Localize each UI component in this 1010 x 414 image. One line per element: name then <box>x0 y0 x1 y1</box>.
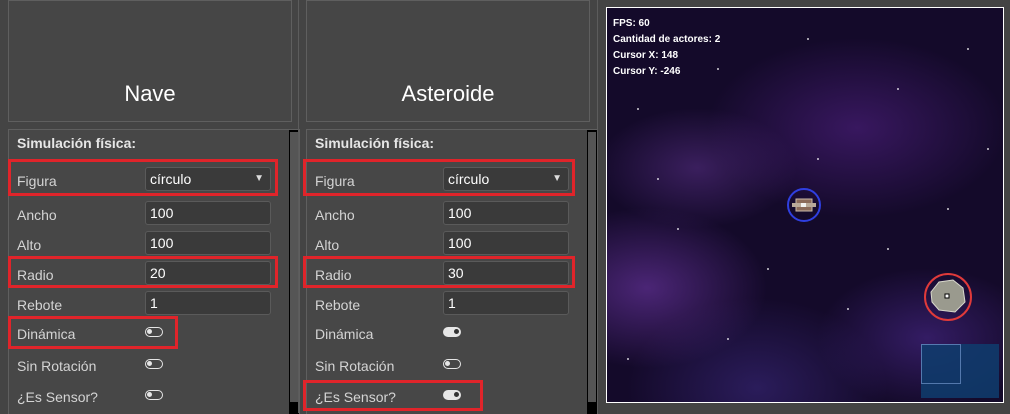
figura-value: círculo <box>150 171 192 187</box>
dinamica-label: Dinámica <box>17 326 76 342</box>
ancho-label: Ancho <box>315 207 355 223</box>
divider <box>597 0 598 413</box>
figura-value: círculo <box>448 171 490 187</box>
figura-select[interactable]: círculo ▼ <box>145 167 271 191</box>
ancho-input[interactable]: 100 <box>443 201 569 225</box>
rebote-label: Rebote <box>315 297 361 313</box>
dinamica-row: Dinámica <box>9 319 287 349</box>
alto-row: Alto 100 <box>9 230 287 260</box>
ancho-row: Ancho 100 <box>9 200 287 230</box>
alto-row: Alto 100 <box>307 230 585 260</box>
rebote-label: Rebote <box>17 297 63 313</box>
rebote-row: Rebote 1 <box>9 290 287 320</box>
figura-select[interactable]: círculo ▼ <box>443 167 569 191</box>
radio-input[interactable]: 20 <box>145 261 271 285</box>
nave-title: Nave <box>124 81 176 106</box>
ship-actor[interactable] <box>787 188 821 222</box>
dinamica-toggle[interactable] <box>145 327 163 337</box>
ancho-label: Ancho <box>17 207 57 223</box>
divider <box>298 0 299 413</box>
figura-row: Figura círculo ▼ <box>9 166 287 196</box>
asteroid-actor[interactable] <box>924 273 972 321</box>
sensor-toggle[interactable] <box>443 390 461 400</box>
sensor-label: ¿Es Sensor? <box>315 389 396 405</box>
sensor-label: ¿Es Sensor? <box>17 389 98 405</box>
section-title: Simulación física: <box>315 135 435 151</box>
radio-label: Radio <box>17 267 54 283</box>
minimap[interactable] <box>921 344 999 398</box>
asteroide-physics-panel: Simulación física: Figura círculo ▼ Anch… <box>306 129 598 414</box>
sin-rotacion-row: Sin Rotación <box>307 351 585 381</box>
sin-rotacion-row: Sin Rotación <box>9 351 287 381</box>
dropdown-arrow-icon: ▼ <box>254 173 264 184</box>
radio-row: Radio 30 <box>307 260 585 290</box>
ancho-row: Ancho 100 <box>307 200 585 230</box>
ancho-input[interactable]: 100 <box>145 201 271 225</box>
figura-label: Figura <box>315 173 355 189</box>
nave-physics-panel: Simulación física: Figura círculo ▼ Anch… <box>8 129 300 414</box>
alto-label: Alto <box>315 237 340 253</box>
sin-rotacion-toggle[interactable] <box>145 359 163 369</box>
section-title: Simulación física: <box>17 135 137 151</box>
nave-title-box: Nave <box>8 0 292 122</box>
minimap-viewport <box>921 344 961 384</box>
asteroide-title: Asteroide <box>401 81 495 106</box>
sin-rotacion-label: Sin Rotación <box>315 358 395 374</box>
alto-label: Alto <box>17 237 42 253</box>
dinamica-toggle[interactable] <box>443 327 461 337</box>
game-canvas[interactable]: FPS: 60 Cantidad de actores: 2 Cursor X:… <box>606 7 1004 403</box>
sensor-row: ¿Es Sensor? <box>9 382 287 412</box>
asteroide-panel: Asteroide Simulación física: Figura círc… <box>306 0 598 414</box>
sin-rotacion-toggle[interactable] <box>443 359 461 369</box>
dinamica-label: Dinámica <box>315 326 374 342</box>
figura-label: Figura <box>17 173 57 189</box>
rebote-row: Rebote 1 <box>307 290 585 320</box>
alto-input[interactable]: 100 <box>145 231 271 255</box>
rebote-input[interactable]: 1 <box>145 291 271 315</box>
nave-panel: Nave Simulación física: Figura círculo ▼… <box>8 0 300 414</box>
radio-label: Radio <box>315 267 352 283</box>
alto-input[interactable]: 100 <box>443 231 569 255</box>
sin-rotacion-label: Sin Rotación <box>17 358 97 374</box>
sensor-toggle[interactable] <box>145 390 163 400</box>
dropdown-arrow-icon: ▼ <box>552 173 562 184</box>
radio-input[interactable]: 30 <box>443 261 569 285</box>
rebote-input[interactable]: 1 <box>443 291 569 315</box>
radio-row: Radio 20 <box>9 260 287 290</box>
asteroide-title-box: Asteroide <box>306 0 590 122</box>
sensor-row: ¿Es Sensor? <box>307 382 585 412</box>
figura-row: Figura círculo ▼ <box>307 166 585 196</box>
scrollbar[interactable] <box>587 130 597 414</box>
game-scene <box>787 188 972 321</box>
dinamica-row: Dinámica <box>307 319 585 349</box>
